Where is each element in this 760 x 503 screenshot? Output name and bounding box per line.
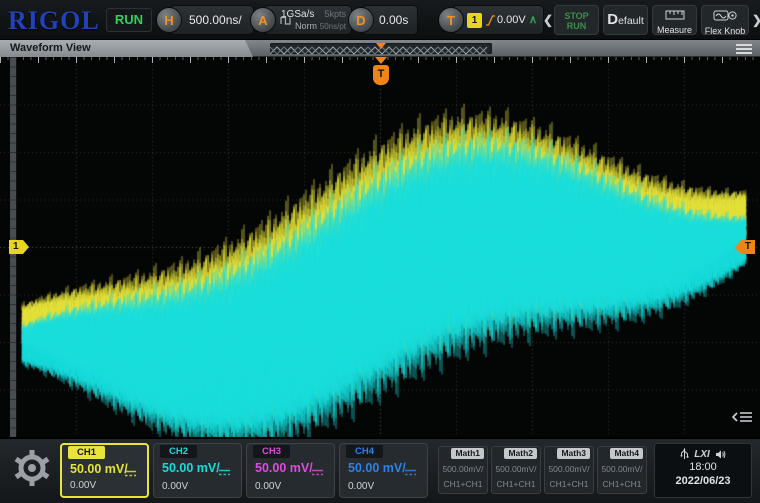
trigger-source-badge: 1 <box>467 13 482 28</box>
trigger-settings-group[interactable]: T 1 0.00V ∧ <box>452 5 544 35</box>
dc-coupling-icon <box>124 465 137 483</box>
lxi-badge: LXI <box>694 449 710 460</box>
rising-slope-icon <box>485 14 496 32</box>
math1-scale-value: 500.00mV/ <box>439 464 487 474</box>
waveform-display[interactable]: T 1 T <box>0 57 760 437</box>
measure-button[interactable]: Measure <box>652 5 697 35</box>
math2-status-box[interactable]: Math2 500.00mV/ CH1+CH1 <box>491 446 541 494</box>
measure-label: Measure <box>653 25 696 35</box>
speaker-icon <box>715 449 726 460</box>
math4-status-box[interactable]: Math4 500.00mV/ CH1+CH1 <box>597 446 647 494</box>
math4-expression: CH1+CH1 <box>598 479 646 489</box>
menu-collapse-icon[interactable] <box>732 410 754 429</box>
trigger-level-value: 0.00V <box>497 14 526 26</box>
ch2-scale-value: 50.00 mV/ <box>162 461 220 475</box>
trigger-position-indicator[interactable]: T <box>371 57 391 85</box>
settings-button[interactable] <box>8 443 56 499</box>
horizontal-knob-icon[interactable]: H <box>156 7 182 33</box>
timebase-value: 500.00ns/ <box>189 13 242 27</box>
toolbar-scroll-right-icon[interactable]: ❯ <box>752 13 760 27</box>
ch1-offset-value: 0.00V <box>70 480 96 491</box>
math3-expression: CH1+CH1 <box>545 479 593 489</box>
ch3-status-box[interactable]: CH3 50.00 mV/ 0.00V <box>246 443 335 498</box>
math2-label[interactable]: Math2 <box>504 448 537 459</box>
ch3-scale-value: 50.00 mV/ <box>255 461 313 475</box>
default-button[interactable]: Default <box>603 5 648 35</box>
rigol-logo: RIGOL <box>8 6 100 36</box>
toolbar-scroll-left-icon[interactable]: ❮ <box>543 13 553 27</box>
ch1-status-box[interactable]: CH1 50.00 mV/ 0.00V <box>60 443 149 498</box>
dc-coupling-icon <box>404 464 417 482</box>
stop-run-label-line1: STOP <box>555 11 598 21</box>
ch3-offset-value: 0.00V <box>255 481 281 492</box>
ch1-label[interactable]: CH1 <box>68 446 105 459</box>
flex-knob-button[interactable]: Flex Knob <box>701 5 749 35</box>
acquire-mode-value: Norm <box>295 21 317 31</box>
dc-coupling-icon <box>218 464 231 482</box>
oscilloscope-screen: RIGOL RUN H 500.00ns/ A 1GSa/s 5kpts Nor… <box>0 0 760 503</box>
math1-label[interactable]: Math1 <box>451 448 484 459</box>
delay-value: 0.00s <box>379 13 408 27</box>
ch4-offset-value: 0.00V <box>348 481 374 492</box>
memory-depth-value: 5kpts <box>324 9 346 19</box>
acquire-settings-group[interactable]: A 1GSa/s 5kpts Norm 50ns/pt <box>264 5 352 35</box>
channel-status-bar: CH1 50.00 mV/ 0.00V CH2 50.00 mV/ 0.00V … <box>0 437 760 503</box>
math4-label[interactable]: Math4 <box>610 448 643 459</box>
square-wave-icon <box>280 12 291 30</box>
math3-label[interactable]: Math3 <box>557 448 590 459</box>
tab-menu-icon[interactable] <box>736 44 752 54</box>
ch3-label[interactable]: CH3 <box>253 445 290 458</box>
math2-scale-value: 500.00mV/ <box>492 464 540 474</box>
math2-expression: CH1+CH1 <box>492 479 540 489</box>
flex-knob-label: Flex Knob <box>702 26 748 35</box>
view-tab-bar: Waveform View <box>0 40 760 57</box>
math1-expression: CH1+CH1 <box>439 479 487 489</box>
system-status-box[interactable]: LXI 18:00 2022/06/23 <box>654 443 752 498</box>
math3-scale-value: 500.00mV/ <box>545 464 593 474</box>
gear-icon <box>10 443 54 493</box>
delay-knob-icon[interactable]: D <box>348 7 374 33</box>
tab-waveform-view[interactable]: Waveform View <box>0 40 253 57</box>
trigger-position-arrow-icon <box>375 57 387 64</box>
ch2-status-box[interactable]: CH2 50.00 mV/ 0.00V <box>153 443 242 498</box>
math3-status-box[interactable]: Math3 500.00mV/ CH1+CH1 <box>544 446 594 494</box>
ch4-label[interactable]: CH4 <box>346 445 383 458</box>
ch1-scale-value: 50.00 mV/ <box>70 462 128 476</box>
trigger-knob-icon[interactable]: T <box>438 7 464 33</box>
dc-coupling-icon <box>311 464 324 482</box>
ch2-offset-value: 0.00V <box>162 481 188 492</box>
run-status-badge[interactable]: RUN <box>106 8 152 32</box>
clock-time: 18:00 <box>655 460 751 474</box>
top-status-bar: RIGOL RUN H 500.00ns/ A 1GSa/s 5kpts Nor… <box>0 0 760 40</box>
trigger-coupling-icon: ∧ <box>529 13 537 26</box>
usb-icon <box>680 448 689 460</box>
ch4-scale-value: 50.00 mV/ <box>348 461 406 475</box>
stop-run-label-line2: RUN <box>555 21 598 31</box>
stop-run-button[interactable]: STOP RUN <box>554 5 599 35</box>
clock-date: 2022/06/23 <box>655 474 751 488</box>
resolution-value: 50ns/pt <box>320 22 346 31</box>
waveform-canvas[interactable] <box>0 57 760 437</box>
acquire-knob-icon[interactable]: A <box>250 7 276 33</box>
ch4-status-box[interactable]: CH4 50.00 mV/ 0.00V <box>339 443 428 498</box>
flex-knob-icon <box>713 10 737 21</box>
overview-trigger-position-icon[interactable] <box>376 43 386 49</box>
delay-settings-group[interactable]: D 0.00s <box>362 5 418 35</box>
default-label: Default <box>604 6 647 35</box>
measure-icon <box>665 10 685 20</box>
ch2-label[interactable]: CH2 <box>160 445 197 458</box>
math1-status-box[interactable]: Math1 500.00mV/ CH1+CH1 <box>438 446 488 494</box>
horizontal-settings-group[interactable]: H 500.00ns/ <box>170 5 254 35</box>
math4-scale-value: 500.00mV/ <box>598 464 646 474</box>
memory-overview-bar[interactable] <box>270 43 492 54</box>
trigger-position-label: T <box>373 65 389 85</box>
